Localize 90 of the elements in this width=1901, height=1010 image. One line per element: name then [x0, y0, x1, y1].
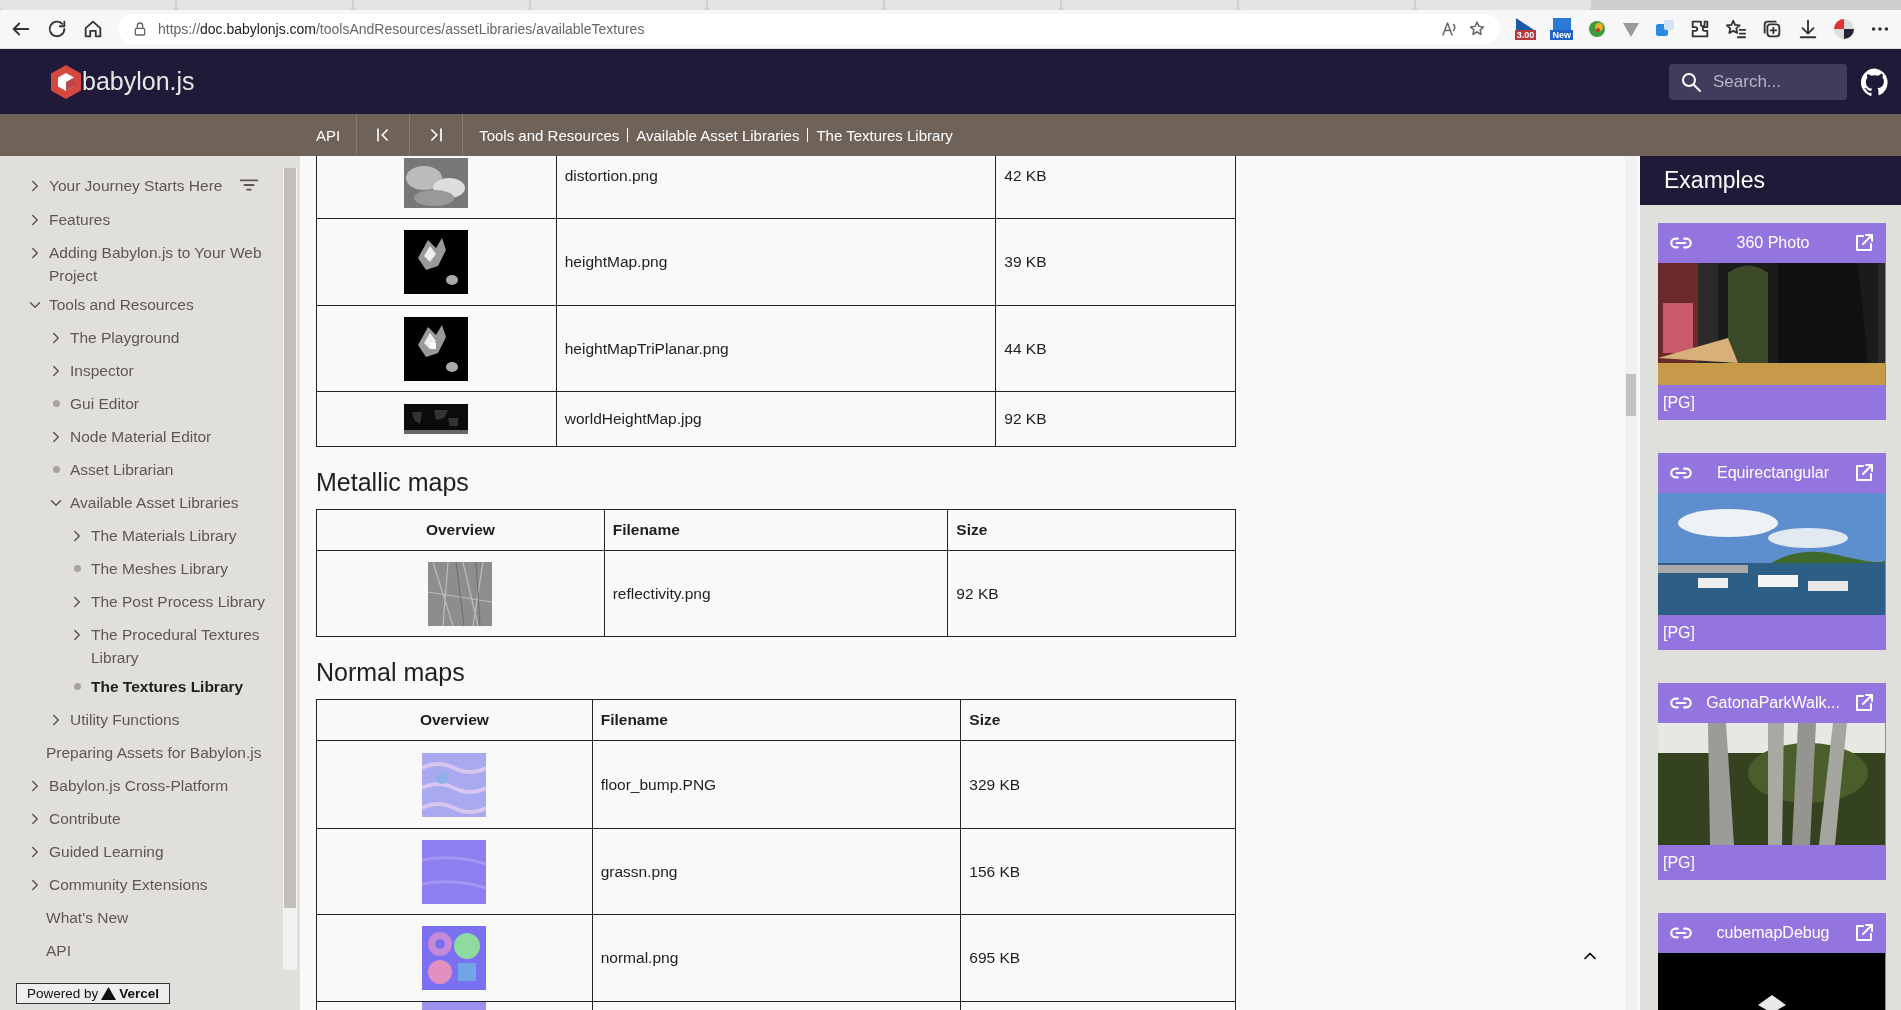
size-text: 44 KB	[1004, 339, 1047, 357]
nav-link[interactable]: Guided Learning	[49, 840, 166, 863]
bullet-icon	[52, 466, 60, 473]
nav-link[interactable]: Features	[49, 208, 113, 231]
nav-link[interactable]: Asset Librarian	[70, 458, 176, 481]
nav-link[interactable]: The Playground	[70, 326, 182, 349]
size-text: 42 KB	[1004, 166, 1047, 184]
column-header: Size	[947, 509, 1236, 551]
nav-link[interactable]: Community Extensions	[49, 873, 210, 896]
site-logo[interactable]: babylon.js	[82, 67, 195, 96]
nav-link[interactable]: The Procedural Textures Library	[91, 623, 283, 669]
column-header: Filename	[604, 509, 948, 551]
filename-text: heightMap.png	[564, 253, 668, 270]
nav-link[interactable]: Tools and Resources	[49, 293, 196, 316]
nav-link[interactable]: Contribute	[49, 807, 123, 830]
vercel-badge[interactable]: Powered by Vercel	[16, 983, 171, 1004]
extension-icon[interactable]	[1587, 19, 1607, 39]
nav-link[interactable]: Inspector	[70, 359, 136, 382]
size-text: 156 KB	[969, 862, 1021, 880]
download-icon[interactable]	[1797, 18, 1819, 40]
nav-link[interactable]: The Meshes Library	[91, 557, 230, 580]
scrollbar[interactable]	[1625, 156, 1637, 1010]
breadcrumb-link[interactable]: The Textures Library	[816, 126, 953, 144]
nav-link[interactable]: Preparing Assets for Babylon.js	[46, 741, 264, 764]
example-title: GatonaParkWalk...	[1705, 694, 1841, 712]
filename-text: distortion.png	[564, 166, 658, 184]
nav-link[interactable]: The Post Process Library	[91, 590, 267, 613]
lock-icon	[132, 21, 148, 37]
nav-link[interactable]: Gui Editor	[70, 392, 141, 415]
example-title: 360 Photo	[1735, 234, 1811, 252]
example-card[interactable]: 360 Photo [PG]	[1658, 223, 1886, 420]
filename-text: grassn.png	[600, 862, 678, 880]
nav-link[interactable]: Utility Functions	[70, 708, 182, 731]
size-text: 92 KB	[1004, 410, 1047, 427]
example-card[interactable]: cubemapDebug	[1658, 913, 1886, 1010]
example-card[interactable]: Equirectangular [PG]	[1658, 453, 1886, 650]
nav-link[interactable]: The Materials Library	[91, 524, 239, 547]
filename-text: worldHeightMap.jpg	[564, 410, 702, 427]
logo-icon	[50, 63, 82, 100]
nav-link[interactable]: Available Asset Libraries	[70, 491, 241, 514]
nav-link[interactable]: What's New	[46, 906, 131, 929]
nav-link[interactable]: Node Material Editor	[70, 425, 214, 448]
extensions-icon[interactable]	[1689, 18, 1711, 40]
panel-title: Examples	[1640, 156, 1901, 205]
search-field[interactable]: Search...	[1669, 63, 1847, 100]
breadcrumb-link[interactable]: Available Asset Libraries	[636, 126, 800, 144]
filename-text: floor_bump.PNG	[600, 775, 717, 793]
favorites-icon[interactable]	[1725, 18, 1747, 40]
nav-link[interactable]: API	[46, 939, 73, 962]
column-header: Overview	[316, 509, 605, 551]
example-card[interactable]: GatonaParkWalk... [PG]	[1658, 683, 1886, 880]
section-heading: Metallic maps	[316, 467, 470, 497]
filename-text: reflectivity.png	[612, 584, 711, 602]
nav-link[interactable]: Adding Babylon.js to Your Web Project	[49, 241, 283, 287]
home-icon[interactable]	[82, 18, 104, 40]
refresh-icon[interactable]	[46, 18, 68, 40]
url-text: https://doc.babylonjs.com/toolsAndResources/assetLibraries/availableTextures	[158, 21, 646, 37]
example-title: cubemapDebug	[1715, 924, 1831, 942]
translate-icon[interactable]	[1655, 19, 1675, 39]
size-text: 39 KB	[1004, 253, 1047, 270]
breadcrumb-link[interactable]: Tools and Resources	[479, 126, 620, 144]
filename-text: normal.png	[600, 949, 679, 966]
extension-button[interactable]: New	[1550, 18, 1573, 40]
bullet-icon	[73, 683, 81, 690]
nav-link[interactable]: The Textures Library	[91, 675, 246, 698]
size-text: 695 KB	[969, 949, 1021, 966]
read-aloud-icon[interactable]	[1440, 20, 1459, 38]
add-favorite-icon[interactable]	[1468, 20, 1487, 38]
bullet-icon	[73, 565, 81, 572]
bullet-icon	[52, 400, 60, 407]
profile-avatar[interactable]	[1833, 18, 1855, 40]
github-icon[interactable]	[1861, 67, 1889, 96]
playground-tag[interactable]: [PG]	[1663, 623, 1695, 642]
column-header: Overview	[316, 699, 593, 741]
example-title: Equirectangular	[1715, 464, 1831, 482]
column-header: Filename	[592, 699, 961, 741]
api-link[interactable]: API	[316, 126, 341, 144]
collections-icon[interactable]	[1761, 18, 1783, 40]
nav-link[interactable]: Babylon.js Cross-Platform	[49, 774, 231, 797]
address-bar[interactable]: https://doc.babylonjs.com/toolsAndResources/assetLibraries/availableTextures	[118, 14, 1501, 44]
filename-text: heightMapTriPlanar.png	[564, 339, 729, 357]
nav-link[interactable]: Your Journey Starts Here	[49, 174, 225, 197]
column-header: Size	[960, 699, 1236, 741]
extension-button[interactable]: 3.00	[1514, 18, 1537, 40]
playground-tag[interactable]: [PG]	[1663, 393, 1695, 412]
size-text: 92 KB	[956, 584, 999, 602]
size-text: 329 KB	[969, 775, 1021, 793]
section-heading: Normal maps	[316, 657, 466, 687]
playground-tag[interactable]: [PG]	[1663, 853, 1695, 872]
scrollbar[interactable]	[283, 168, 297, 970]
